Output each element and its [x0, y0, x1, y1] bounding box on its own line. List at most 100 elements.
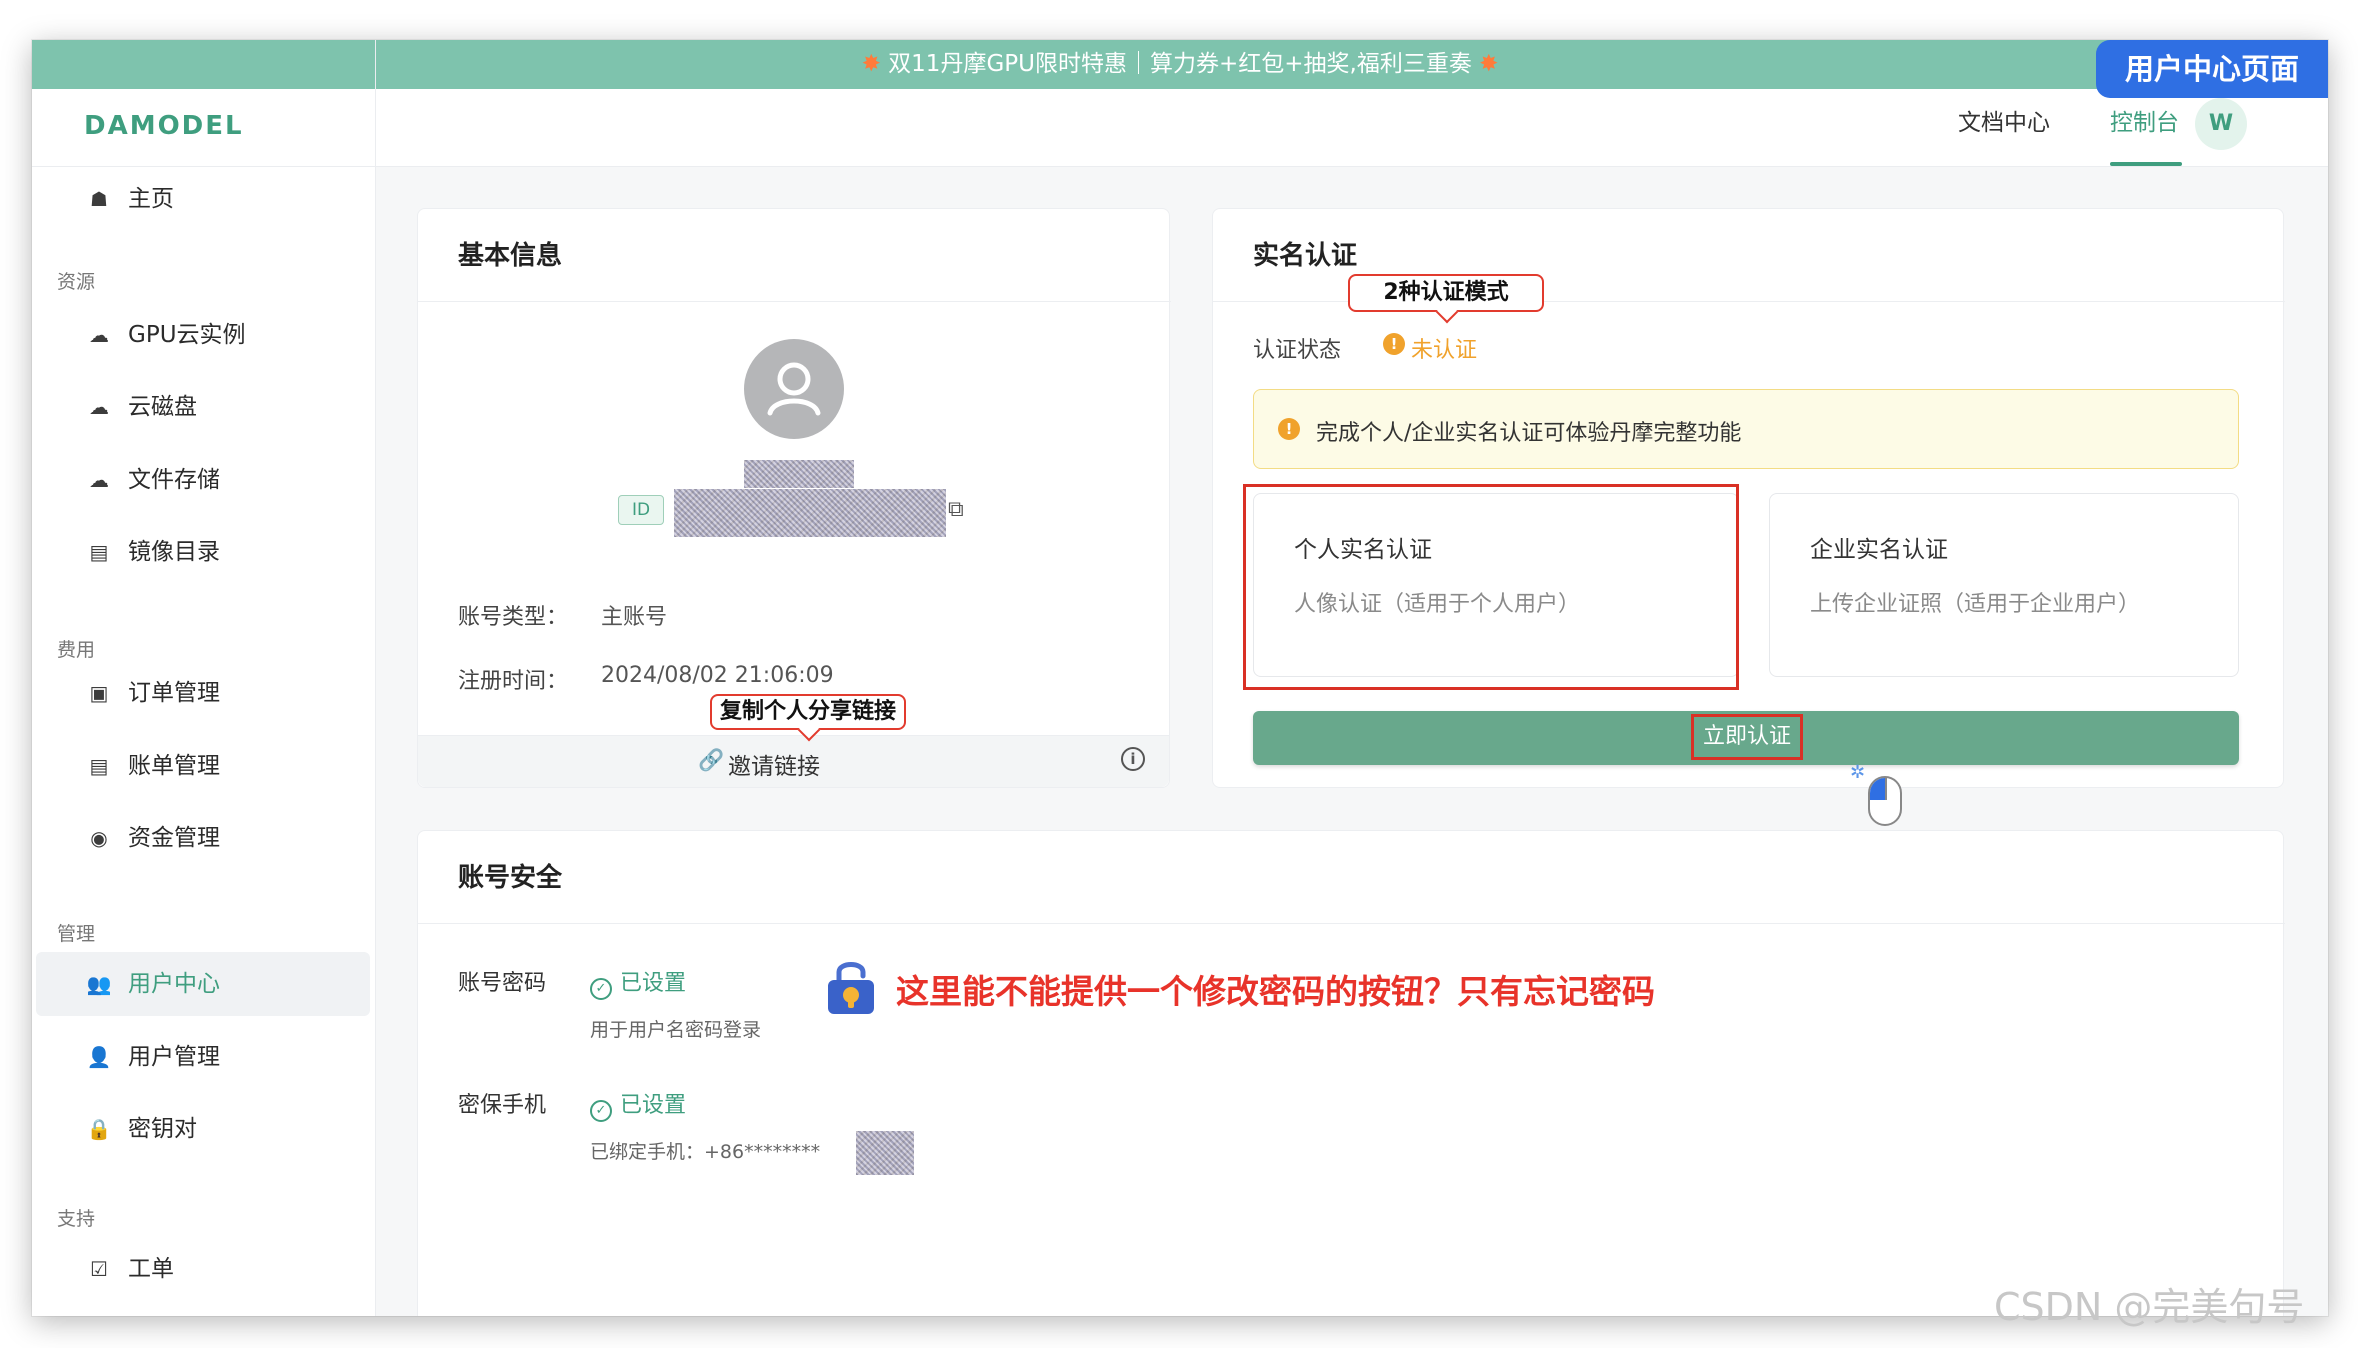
- firework-icon: ✸: [861, 51, 881, 77]
- home-icon: ☗: [90, 187, 108, 211]
- invite-link-label[interactable]: 邀请链接: [728, 747, 820, 781]
- watermark: CSDN @完美句号: [1994, 1285, 2305, 1329]
- card-divider: [418, 923, 2285, 924]
- sidebar-item-images[interactable]: ▤ 镜像目录: [84, 520, 364, 584]
- annotation-password-request: 这里能不能提供一个修改密码的按钮？只有忘记密码: [896, 972, 1655, 1011]
- card-divider: [418, 301, 1171, 302]
- click-sparkle-icon: ✲: [1850, 762, 1866, 783]
- account-type-label: 账号类型：: [458, 605, 569, 630]
- enterprise-verify-desc: 上传企业证照（适用于企业用户）: [1810, 592, 2141, 617]
- promo-banner-text: 双11丹摩GPU限时特惠｜算力券+红包+抽奖,福利三重奏: [888, 51, 1472, 77]
- redacted-user-id: [674, 489, 946, 537]
- app-window: ✸ 双11丹摩GPU限时特惠｜算力券+红包+抽奖,福利三重奏 ✸ DAMODEL…: [32, 40, 2328, 1316]
- user-avatar-button[interactable]: W: [2195, 98, 2247, 150]
- sidebar-divider: [375, 40, 376, 1316]
- sidebar-item-label: 订单管理: [128, 680, 220, 706]
- sidebar-item-label: 用户管理: [128, 1044, 220, 1070]
- sidebar-section-manage: 管理: [57, 923, 96, 945]
- verification-title: 实名认证: [1253, 241, 1358, 271]
- firework-icon: ✸: [1479, 51, 1499, 77]
- cloud-upload-icon: ☁: [89, 468, 109, 492]
- list-icon: ▤: [89, 754, 109, 778]
- nav-docs-link[interactable]: 文档中心: [1958, 103, 2050, 137]
- sidebar-item-file-storage[interactable]: ☁ 文件存储: [84, 448, 364, 512]
- password-label: 账号密码: [458, 971, 547, 996]
- sidebar-item-orders[interactable]: ▣ 订单管理: [84, 661, 364, 725]
- sidebar: ☗ 主页 资源 ☁ GPU云实例 ☁ 云磁盘 ☁ 文件存储 ▤ 镜像目录 费用 ▣ 订单管理…: [32, 167, 375, 1316]
- order-icon: ▣: [89, 681, 109, 705]
- logo[interactable]: DAMODEL: [84, 111, 244, 141]
- verify-notice-text: 完成个人/企业实名认证可体验丹摩完整功能: [1316, 421, 1742, 446]
- sidebar-item-label: GPU云实例: [128, 322, 246, 348]
- nav-console-link[interactable]: 控制台: [2110, 103, 2179, 137]
- sidebar-item-label: 镜像目录: [128, 539, 220, 565]
- warning-icon: !: [1383, 333, 1405, 355]
- sidebar-section-support: 支持: [57, 1208, 96, 1230]
- sidebar-item-label: 用户中心: [128, 971, 220, 997]
- nav-active-indicator: [2110, 162, 2182, 166]
- sidebar-item-label: 资金管理: [128, 825, 220, 851]
- padlock-icon: [828, 962, 874, 1014]
- register-time-value: 2024/08/02 21:06:09: [601, 663, 834, 688]
- phone-status-text: 已设置: [620, 1093, 687, 1118]
- checkbox-icon: ☑: [90, 1257, 108, 1281]
- promo-banner[interactable]: ✸ 双11丹摩GPU限时特惠｜算力券+红包+抽奖,福利三重奏 ✸: [32, 40, 2328, 89]
- verify-now-label: 立即认证: [1691, 714, 1803, 760]
- phone-status: ✓ 已设置: [590, 1087, 686, 1122]
- warning-icon: !: [1278, 418, 1300, 440]
- invite-link-bar[interactable]: 🔗 邀请链接 i: [418, 735, 1169, 787]
- verify-status-value: 未认证: [1411, 338, 1478, 363]
- user-gear-icon: 👤: [86, 1045, 112, 1069]
- verify-now-button[interactable]: 立即认证: [1253, 711, 2239, 765]
- sidebar-item-disk[interactable]: ☁ 云磁盘: [84, 375, 364, 439]
- sidebar-item-label: 文件存储: [128, 467, 220, 493]
- sidebar-section-resources: 资源: [57, 271, 96, 293]
- check-circle-icon: ✓: [590, 978, 612, 1000]
- link-icon: 🔗: [698, 748, 725, 772]
- sidebar-item-user-mgmt[interactable]: 👤 用户管理: [84, 1025, 364, 1089]
- account-type-value: 主账号: [601, 605, 668, 630]
- callout-two-modes: 2种认证模式: [1348, 274, 1544, 312]
- callout-copy-share-link: 复制个人分享链接: [710, 694, 906, 730]
- sidebar-section-billing: 费用: [57, 639, 96, 661]
- password-status-text: 已设置: [620, 971, 687, 996]
- mouse-click-icon: [1868, 776, 1902, 826]
- account-security-card: 账号安全 账号密码 ✓ 已设置 用于用户名密码登录 密保手机 ✓ 已设置 已绑定手机…: [417, 830, 2285, 1316]
- cloud-disk-icon: ☁: [89, 395, 109, 419]
- password-status: ✓ 已设置: [590, 965, 686, 1000]
- sidebar-item-label: 工单: [128, 1256, 174, 1282]
- security-title: 账号安全: [458, 863, 563, 893]
- enterprise-verify-option[interactable]: 企业实名认证 上传企业证照（适用于企业用户）: [1769, 493, 2239, 677]
- phone-label: 密保手机: [458, 1093, 547, 1118]
- sidebar-item-label: 云磁盘: [128, 394, 197, 420]
- basic-info-title: 基本信息: [458, 241, 563, 271]
- sidebar-item-label: 主页: [128, 186, 174, 212]
- copy-icon[interactable]: ⧉: [948, 497, 964, 522]
- cloud-icon: ☁: [89, 323, 109, 347]
- lock-icon: 🔒: [86, 1117, 112, 1141]
- sidebar-item-label: 密钥对: [128, 1116, 197, 1142]
- sidebar-item-bills[interactable]: ▤ 账单管理: [84, 734, 364, 798]
- info-icon[interactable]: i: [1121, 747, 1145, 771]
- sidebar-item-tickets[interactable]: ☑ 工单: [84, 1237, 364, 1301]
- enterprise-verify-title: 企业实名认证: [1810, 537, 1948, 563]
- user-avatar: [744, 339, 844, 439]
- phone-desc: 已绑定手机：+86********: [590, 1141, 821, 1163]
- check-circle-icon: ✓: [590, 1100, 612, 1122]
- sidebar-item-keys[interactable]: 🔒 密钥对: [84, 1097, 364, 1161]
- highlight-box-personal: [1243, 484, 1739, 690]
- register-time-label: 注册时间：: [458, 669, 569, 694]
- yen-icon: ◉: [90, 826, 108, 850]
- verify-notice: ! 完成个人/企业实名认证可体验丹摩完整功能: [1253, 389, 2239, 469]
- sidebar-item-gpu[interactable]: ☁ GPU云实例: [84, 303, 364, 367]
- sidebar-item-funds[interactable]: ◉ 资金管理: [84, 806, 364, 870]
- sidebar-item-home[interactable]: ☗ 主页: [84, 167, 364, 231]
- redacted-phone: [856, 1131, 914, 1175]
- redacted-username: [744, 460, 854, 488]
- person-icon: [767, 362, 821, 416]
- sidebar-item-user-center[interactable]: 👥 用户中心: [36, 952, 370, 1016]
- sidebar-item-label: 账单管理: [128, 753, 220, 779]
- page-tag: 用户中心页面: [2096, 40, 2328, 98]
- verify-status-label: 认证状态: [1253, 338, 1342, 363]
- users-icon: 👥: [86, 972, 112, 996]
